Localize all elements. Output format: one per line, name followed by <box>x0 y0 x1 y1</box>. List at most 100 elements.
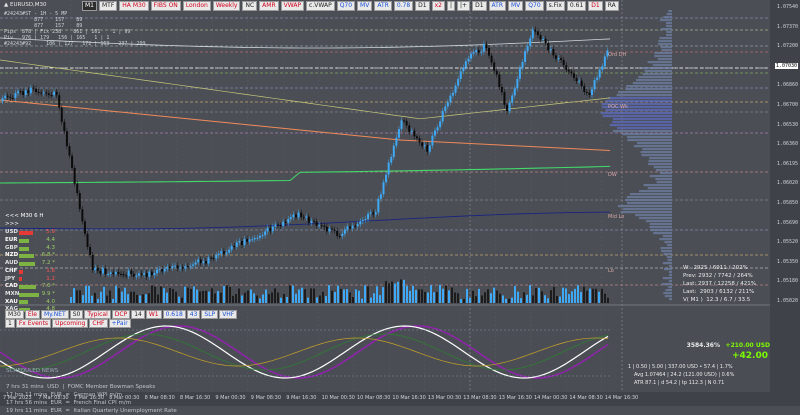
toolbar-button[interactable]: s.Fix <box>546 1 565 11</box>
candle-body <box>377 199 379 213</box>
volume-bar <box>526 295 528 303</box>
volume-bar <box>397 282 399 303</box>
toolbar-button[interactable]: HA M30 <box>119 1 148 11</box>
oscillator-toolbar-button[interactable]: SLP <box>201 310 218 319</box>
volume-bar <box>298 289 300 303</box>
candle-body <box>259 236 261 238</box>
toolbar-button[interactable]: | <box>447 1 455 11</box>
volume-bar <box>451 288 453 303</box>
strength-value: 4.0 <box>46 299 55 307</box>
volume-bar <box>463 299 465 303</box>
news-item[interactable]: 19 hrs 11 mins EUR = Italian Quarterly U… <box>6 407 177 415</box>
volume-bar <box>535 288 537 303</box>
events-toolbar-button[interactable]: Fx Events <box>16 319 51 328</box>
events-toolbar-button[interactable]: +Pair <box>109 319 131 328</box>
volume-bar <box>157 295 159 303</box>
toolbar-button[interactable]: D1 <box>415 1 429 11</box>
volume-bar <box>331 291 333 303</box>
volume-bar <box>211 288 213 303</box>
oscillator-toolbar-button[interactable]: My.NET <box>41 310 69 319</box>
volume-bar <box>322 292 324 303</box>
volume-bar <box>487 289 489 303</box>
candle-body <box>483 44 485 52</box>
strength-bar <box>19 285 36 289</box>
toolbar-button[interactable]: FIBS ON <box>151 1 181 11</box>
oscillator-toolbar-button[interactable]: VHF <box>219 310 237 319</box>
candle-body <box>246 239 248 242</box>
volume-bar <box>394 284 396 303</box>
toolbar-button[interactable]: RA <box>605 1 619 11</box>
oscillator-toolbar-button[interactable]: Typical <box>84 310 110 319</box>
toolbar-button[interactable]: D1 <box>588 1 602 11</box>
volume-bar <box>391 282 393 303</box>
profile-bar <box>658 58 672 60</box>
candle-body <box>357 224 359 226</box>
oscillator-toolbar-button[interactable]: M30 <box>5 310 24 319</box>
volume-bar <box>592 289 594 303</box>
toolbar-button[interactable]: D1 <box>472 1 486 11</box>
toolbar-button[interactable]: Weekly <box>213 1 241 11</box>
volume-bar <box>346 289 348 303</box>
candle-body <box>107 274 109 275</box>
oscillator-toolbar-button[interactable]: 14 <box>131 310 145 319</box>
oscillator-toolbar-button[interactable]: W1 <box>146 310 162 319</box>
news-item[interactable]: 17 hrs 11 mins EUR = German WPI m/m <box>6 391 177 399</box>
toolbar-button[interactable]: x2 <box>432 1 445 11</box>
toolbar-button[interactable]: c.VWAP <box>306 1 335 11</box>
strength-row: XAU 4.0 <box>5 299 55 307</box>
toolbar-button[interactable]: MV <box>508 1 523 11</box>
candle-body <box>228 250 230 253</box>
events-toolbar-button[interactable]: 1 <box>5 319 15 328</box>
candle-body <box>506 105 508 111</box>
toolbar-button[interactable]: ATR <box>374 1 391 11</box>
candle-body <box>393 146 395 157</box>
candle-body <box>421 143 423 147</box>
volume-bar <box>457 293 459 303</box>
candle-body <box>125 275 127 276</box>
candle-body <box>521 62 523 68</box>
time-label: 14 Mar 08:30 <box>569 395 602 401</box>
oscillator-toolbar-button[interactable]: 43 <box>187 310 201 319</box>
toolbar-button[interactable]: Q70 <box>337 1 355 11</box>
volume-bar <box>220 293 222 303</box>
events-toolbar-button[interactable]: CHF <box>89 319 107 328</box>
volume-bar <box>214 293 216 303</box>
candle-body <box>192 264 194 265</box>
toolbar-button[interactable]: MV <box>357 1 372 11</box>
candle-body <box>576 78 578 81</box>
oscillator-toolbar-button[interactable]: Ele <box>25 310 40 319</box>
toolbar-button[interactable]: ATR <box>489 1 506 11</box>
toolbar-button[interactable]: London <box>183 1 211 11</box>
toolbar-button[interactable]: 0.78 <box>394 1 413 11</box>
toolbar-button[interactable]: NC <box>242 1 257 11</box>
volume-bar <box>337 286 339 303</box>
strength-row: USD 5.9 <box>5 229 55 237</box>
news-item[interactable]: 7 hrs 31 mins USD | FOMC Member Bowman S… <box>6 383 177 391</box>
volume-bar <box>379 295 381 303</box>
price-axis[interactable]: 1.07540 1.07370 1.07200 1.07030 1.06860 1.067… <box>770 0 800 392</box>
toolbar-button[interactable]: |+ <box>457 1 470 11</box>
toolbar-button[interactable]: VWAP <box>281 1 304 11</box>
volume-bar <box>547 298 549 303</box>
profile-label: DW <box>608 172 617 178</box>
profile-bar <box>613 118 672 120</box>
toolbar-button[interactable]: Q70 <box>525 1 543 11</box>
toolbar-button[interactable]: MTF <box>99 1 117 11</box>
volume-bar <box>166 293 168 303</box>
candle-body <box>300 213 302 218</box>
oscillator-toolbar-button[interactable]: 0.618 <box>163 310 186 319</box>
toolbar-button[interactable]: M1 <box>82 1 97 11</box>
profile-bar <box>664 268 672 270</box>
candle-body <box>269 228 271 231</box>
profile-bar <box>661 49 672 51</box>
events-toolbar-button[interactable]: Upcoming <box>52 319 88 328</box>
candle-body <box>141 274 143 275</box>
toolbar-button[interactable]: AMR <box>259 1 278 11</box>
candle-body <box>475 50 477 52</box>
oscillator-toolbar-button[interactable]: DCP <box>112 310 130 319</box>
toolbar-button[interactable]: 0.61 <box>567 1 586 11</box>
volume-bar <box>205 291 207 303</box>
volume-bar <box>556 296 558 303</box>
time-label: 13 Mar 16:30 <box>499 395 532 401</box>
oscillator-toolbar-button[interactable]: S0 <box>70 310 84 319</box>
